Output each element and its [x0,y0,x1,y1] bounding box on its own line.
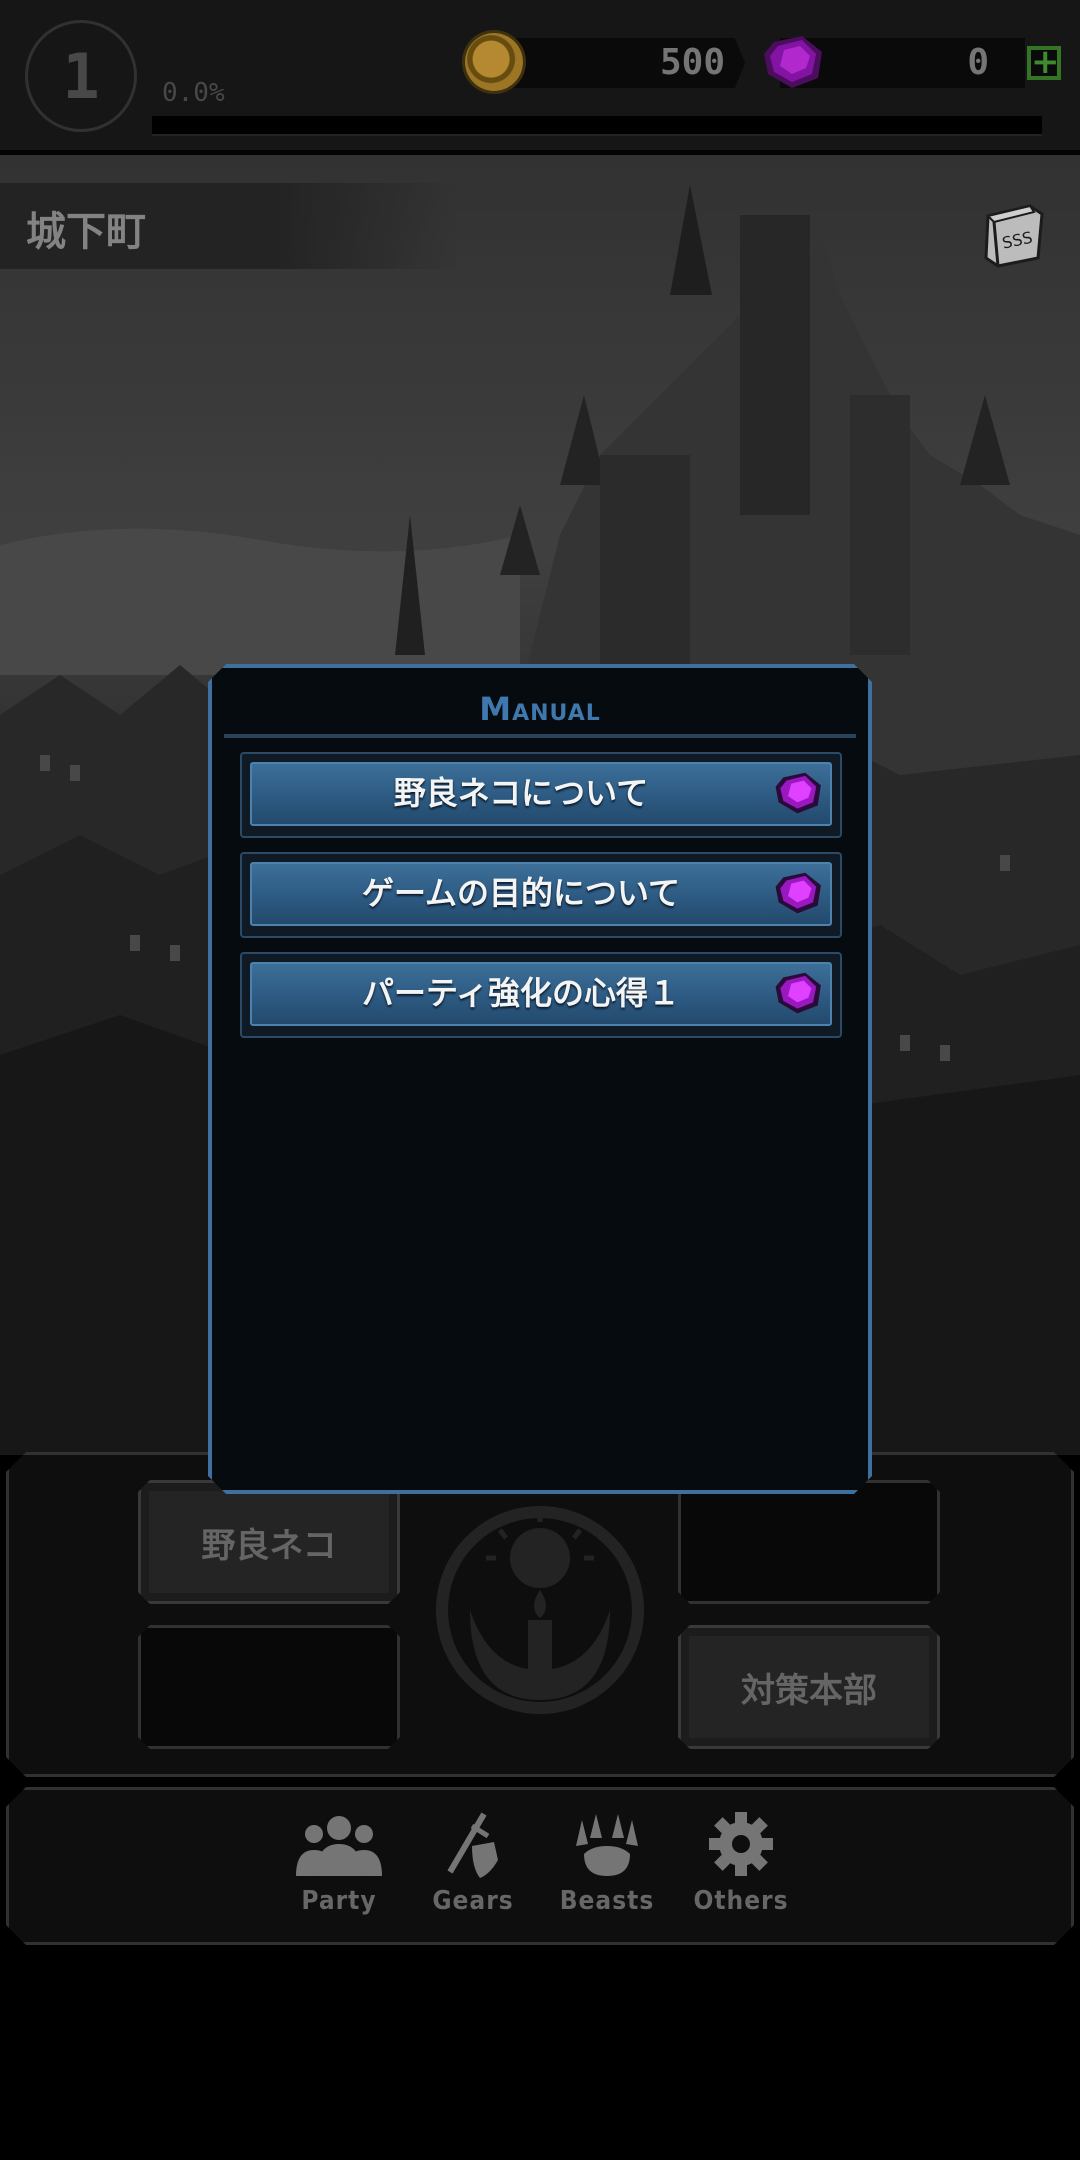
manual-item-label: 野良ネコについて [393,774,649,812]
title-divider [224,734,856,738]
gem-icon [774,970,824,1016]
manual-item-game-objective[interactable]: ゲームの目的について [240,852,842,938]
gem-icon [774,770,824,816]
manual-item-stray-cat[interactable]: 野良ネコについて [240,752,842,838]
manual-item-party-tips[interactable]: パーティ強化の心得１ [240,952,842,1038]
manual-item-label: ゲームの目的について [361,874,681,912]
manual-dialog: Manual 野良ネコについて ゲームの目的について パーティ強化の心得１ [208,664,872,1494]
gem-icon [774,870,824,916]
manual-title: Manual [479,690,601,728]
manual-item-label: パーティ強化の心得１ [361,974,681,1012]
